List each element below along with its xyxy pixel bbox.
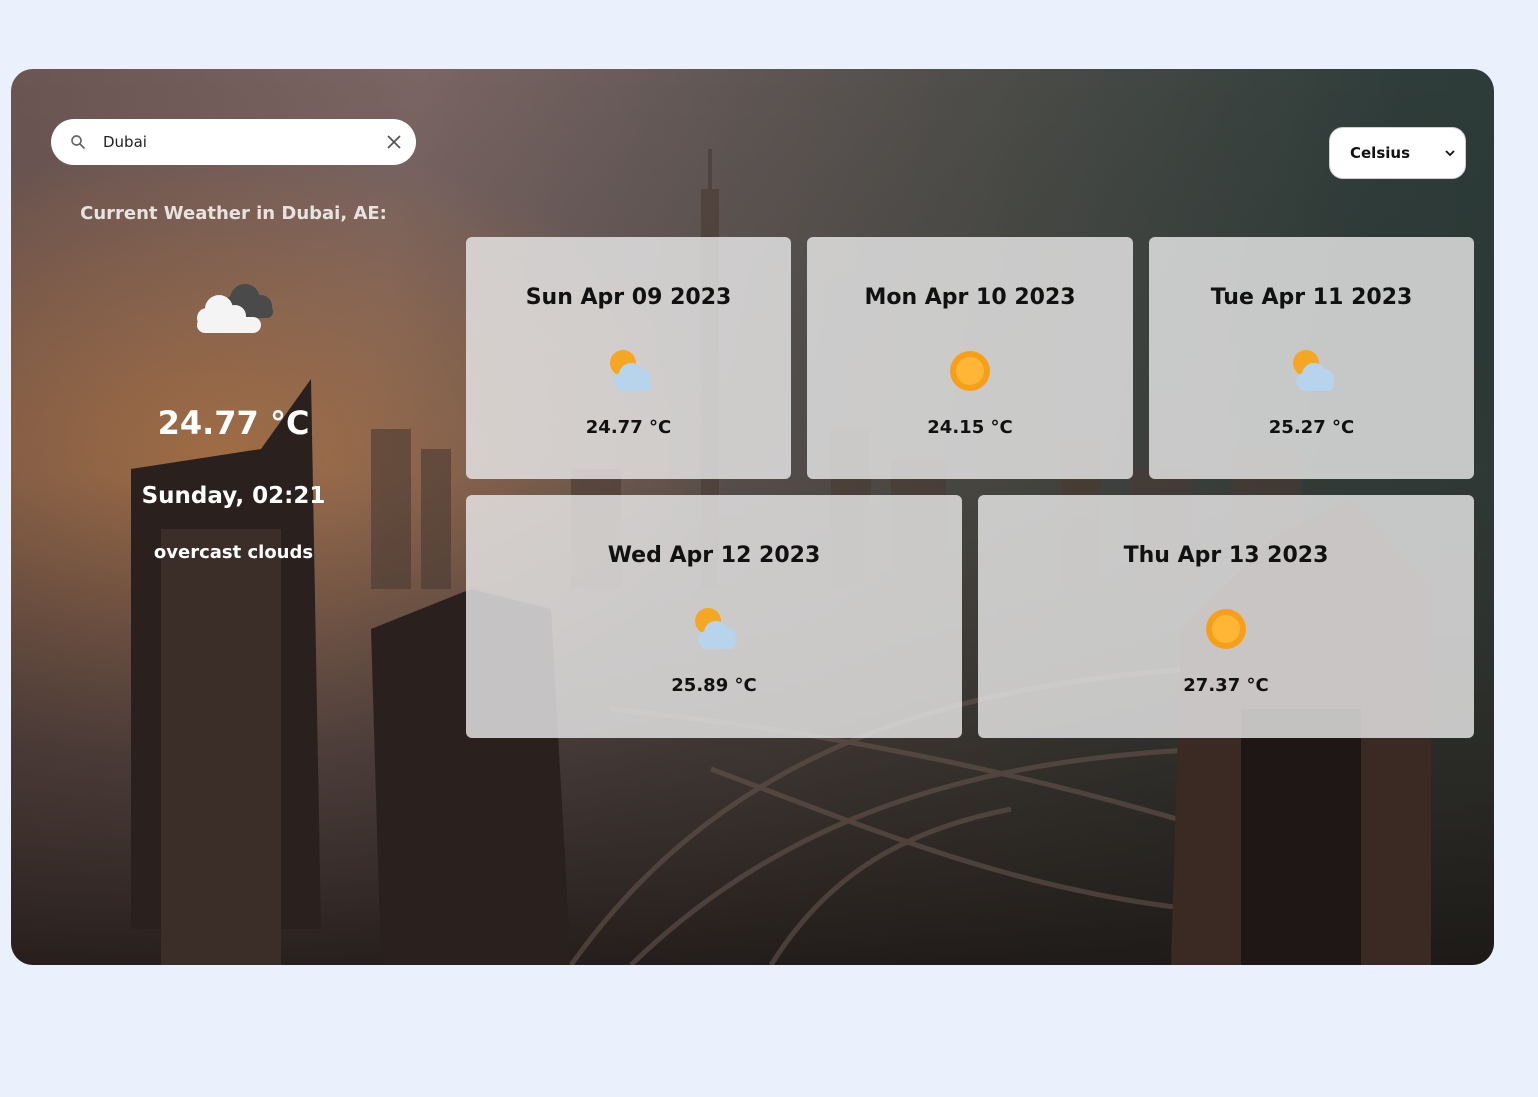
sun-icon [950,351,990,391]
forecast-date: Mon Apr 10 2023 [864,285,1076,310]
forecast-card: Mon Apr 10 2023 24.15 °C [807,237,1133,479]
partly-cloudy-icon [695,608,736,649]
forecast-card: Thu Apr 13 2023 27.37 °C [978,495,1474,738]
unit-select-value: Celsius [1350,144,1410,162]
forecast-temp: 24.15 °C [927,417,1013,438]
current-description: overcast clouds [153,542,314,563]
search-input[interactable] [101,132,386,152]
forecast-temp: 24.77 °C [585,417,672,438]
forecast-date: Wed Apr 12 2023 [607,543,821,568]
current-temperature: 24.77 °C [157,404,310,442]
forecast-temp: 25.89 °C [671,675,757,696]
overcast-clouds-icon [197,284,273,333]
forecast-date: Tue Apr 11 2023 [1210,285,1413,310]
chevron-down-icon [1445,150,1455,157]
forecast-date: Thu Apr 13 2023 [1123,543,1329,568]
sun-icon [1206,609,1246,649]
search-bar[interactable] [51,119,416,165]
clear-icon[interactable] [386,134,402,150]
forecast-temp: 27.37 °C [1183,675,1269,696]
forecast-card: Sun Apr 09 2023 24.77 °C [466,237,791,479]
forecast-card: Wed Apr 12 2023 25.89 °C [466,495,962,738]
forecast-date: Sun Apr 09 2023 [525,285,732,310]
partly-cloudy-icon [1292,350,1334,391]
current-datetime: Sunday, 02:21 [141,483,326,509]
current-weather-title: Current Weather in Dubai, AE: [80,203,387,224]
unit-select[interactable]: Celsius [1329,127,1466,179]
weather-app: Celsius Current Weather in Dubai, AE: 24… [11,69,1494,965]
forecast-temp: 25.27 °C [1268,417,1355,438]
search-icon [71,135,85,149]
forecast-card: Tue Apr 11 2023 25.27 °C [1149,237,1474,479]
partly-cloudy-icon [609,350,651,391]
